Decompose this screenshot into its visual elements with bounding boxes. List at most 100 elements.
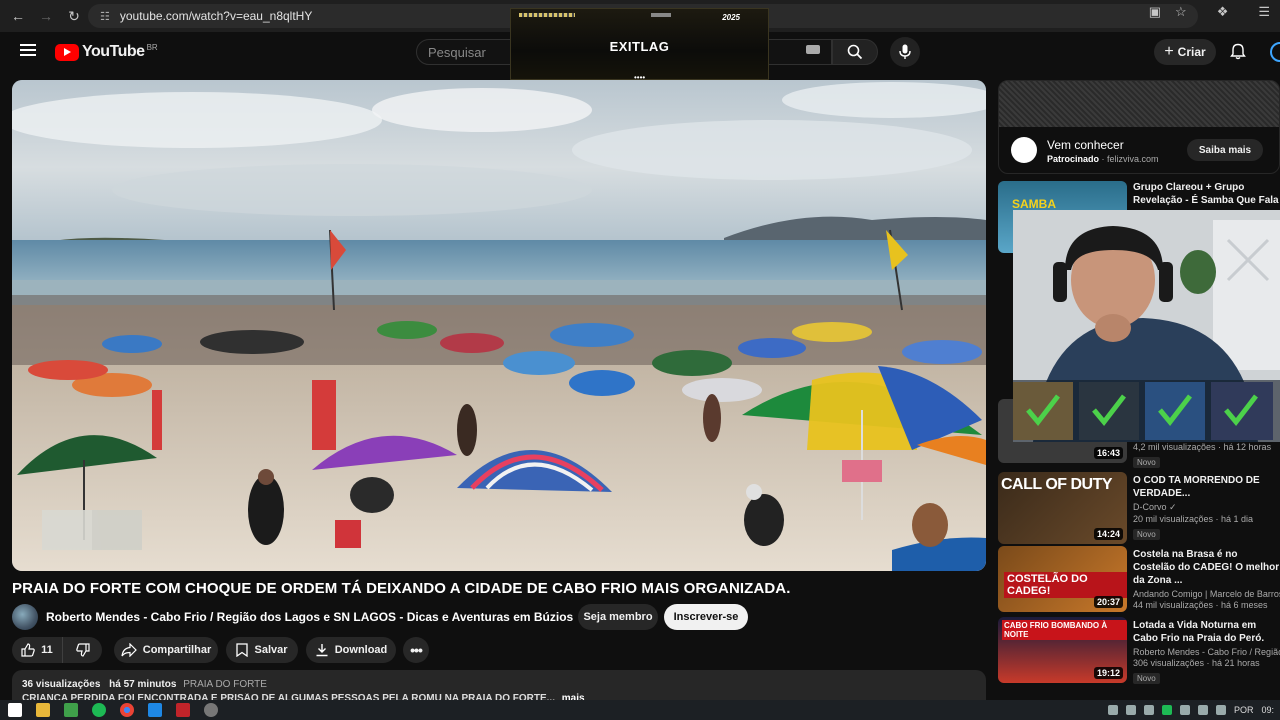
volume-icon[interactable] <box>1215 705 1226 715</box>
save-label: Salvar <box>254 644 288 656</box>
browser-menu-icon[interactable]: ☰ <box>1258 4 1270 20</box>
thumbs-up-icon <box>21 643 35 657</box>
tray-icon[interactable] <box>1179 705 1190 715</box>
new-badge: Novo <box>1133 457 1160 468</box>
advertiser-logo <box>1011 137 1037 163</box>
video-stats: 20 mil visualizações · há 1 dia <box>1133 514 1254 524</box>
windows-taskbar: POR 09: <box>0 700 1280 720</box>
video-title[interactable]: Grupo Clareou + Grupo Revelação - É Samb… <box>1133 181 1280 207</box>
tray-icon[interactable] <box>1143 705 1154 715</box>
ad-domain: felizviva.com <box>1107 154 1159 164</box>
download-icon <box>316 644 328 657</box>
video-info: O COD TA MORRENDO DE VERDADE... D-Corvo … <box>1133 474 1280 542</box>
forward-icon[interactable]: → <box>32 2 60 30</box>
voice-search-button[interactable] <box>890 37 920 67</box>
bell-icon <box>1230 43 1246 60</box>
subscribe-button[interactable]: Inscrever-se <box>664 604 748 630</box>
video-thumbnail[interactable]: COSTELÃO DO CADEG! 20:37 <box>998 546 1127 612</box>
share-button[interactable]: Compartilhar <box>114 637 218 663</box>
reload-icon[interactable]: ↻ <box>60 2 88 30</box>
channel-avatar[interactable] <box>12 604 38 630</box>
file-explorer-icon[interactable] <box>36 703 50 717</box>
video-title[interactable]: O COD TA MORRENDO DE VERDADE... <box>1133 474 1280 500</box>
back-icon[interactable]: ← <box>4 2 32 30</box>
exitlag-signal-bar <box>519 13 575 17</box>
webcam-overlay <box>1013 210 1280 442</box>
ad-meta: Patrocinado · felizviva.com <box>1047 154 1159 164</box>
language-indicator[interactable]: POR <box>1234 705 1254 715</box>
video-frame <box>12 80 986 571</box>
more-actions-button[interactable]: ••• <box>403 637 429 663</box>
clock[interactable]: 09: <box>1261 705 1274 715</box>
install-app-icon[interactable]: ▣ <box>1149 4 1161 20</box>
browser-actions: ▣ ☆ ❖ ☰ <box>1149 4 1270 20</box>
create-label: Criar <box>1177 45 1206 59</box>
channel-name[interactable]: Roberto Mendes - Cabo Frio / Região dos … <box>46 610 573 624</box>
upload-age: há 57 minutos <box>109 679 177 690</box>
bookmark-icon <box>236 643 249 657</box>
list-item[interactable]: CABO FRIO BOMBANDO À NOITE 19:12 Lotada … <box>998 617 1280 687</box>
keyboard-icon[interactable] <box>806 45 820 54</box>
tray-icon[interactable] <box>1161 705 1172 715</box>
site-info-icon[interactable]: ☷ <box>100 10 110 23</box>
hashtag-link[interactable]: PRAIA DO FORTE <box>183 679 267 690</box>
search-button[interactable] <box>832 39 878 65</box>
settings-icon[interactable] <box>204 703 218 717</box>
notifications-button[interactable] <box>1230 43 1246 65</box>
ad-banner <box>999 81 1279 127</box>
youtube-logo[interactable]: YouTube BR <box>55 43 158 61</box>
chrome-icon[interactable] <box>120 703 134 717</box>
video-title[interactable]: Costela na Brasa é no Costelão do CADEG!… <box>1133 548 1280 587</box>
join-button[interactable]: Seja membro <box>578 604 658 630</box>
menu-icon[interactable] <box>20 44 36 56</box>
video-thumbnail[interactable]: CABO FRIO BOMBANDO À NOITE 19:12 <box>998 617 1127 683</box>
sponsored-card[interactable]: Vem conhecer Patrocinado · felizviva.com… <box>998 80 1280 174</box>
like-button[interactable]: 11 <box>12 637 62 663</box>
bookmark-star-icon[interactable]: ☆ <box>1175 4 1187 20</box>
save-button[interactable]: Salvar <box>226 637 298 663</box>
ad-title: Vem conhecer <box>1047 138 1124 152</box>
video-duration: 14:24 <box>1093 528 1123 540</box>
create-button[interactable]: + Criar <box>1154 39 1216 65</box>
thumbnail-text: CALL OF DUTY <box>1001 476 1113 493</box>
recycle-icon[interactable] <box>64 703 78 717</box>
share-label: Compartilhar <box>142 644 212 656</box>
exitlag-logo: EXITLAG <box>609 39 670 54</box>
video-stats: 44 mil visualizações · há 6 meses <box>1133 600 1268 610</box>
youtube-play-icon <box>55 43 79 61</box>
plus-icon: + <box>1164 43 1174 60</box>
video-thumbnail[interactable]: CALL OF DUTY 14:24 <box>998 472 1127 544</box>
video-channel[interactable]: Roberto Mendes - Cabo Frio / Região <box>1133 647 1280 657</box>
download-button[interactable]: Download <box>306 637 396 663</box>
list-item[interactable]: CALL OF DUTY 14:24 O COD TA MORRENDO DE … <box>998 472 1280 544</box>
app-icon[interactable] <box>148 703 162 717</box>
spotify-icon[interactable] <box>92 703 106 717</box>
video-duration: 20:37 <box>1093 596 1123 608</box>
media-icon[interactable] <box>176 703 190 717</box>
video-channel[interactable]: D-Corvo ✓ <box>1133 502 1280 513</box>
video-title[interactable]: Lotada a Vida Noturna em Cabo Frio na Pr… <box>1133 619 1280 645</box>
download-label: Download <box>334 644 388 656</box>
tray-icon[interactable] <box>1125 705 1136 715</box>
ad-cta-button[interactable]: Saiba mais <box>1187 139 1263 161</box>
dislike-button[interactable] <box>62 637 102 663</box>
thumbnail-text: COSTELÃO DO CADEG! <box>1004 572 1127 598</box>
video-stats: 306 visualizações · há 21 horas <box>1133 658 1260 668</box>
video-player[interactable] <box>12 80 986 571</box>
video-channel[interactable]: Andando Comigo | Marcelo de Barros <box>1133 589 1280 599</box>
video-duration: 19:12 <box>1093 667 1123 679</box>
extensions-icon[interactable]: ❖ <box>1217 4 1229 20</box>
list-item[interactable]: COSTELÃO DO CADEG! 20:37 Costela na Bras… <box>998 546 1280 612</box>
user-avatar[interactable] <box>1270 42 1280 62</box>
thumbnail-text: CABO FRIO BOMBANDO À NOITE <box>1002 620 1127 640</box>
ad-sponsored-label: Patrocinado <box>1047 154 1100 164</box>
country-code: BR <box>146 42 158 52</box>
tray-icon[interactable] <box>1107 705 1118 715</box>
video-info: Lotada a Vida Noturna em Cabo Frio na Pr… <box>1133 619 1280 686</box>
logo-text: YouTube <box>82 43 145 60</box>
wifi-icon[interactable] <box>1197 705 1208 715</box>
video-info: Costela na Brasa é no Costelão do CADEG!… <box>1133 548 1280 610</box>
video-info: Grupo Clareou + Grupo Revelação - É Samb… <box>1133 181 1280 207</box>
like-count: 11 <box>41 644 53 656</box>
start-icon[interactable] <box>8 703 22 717</box>
